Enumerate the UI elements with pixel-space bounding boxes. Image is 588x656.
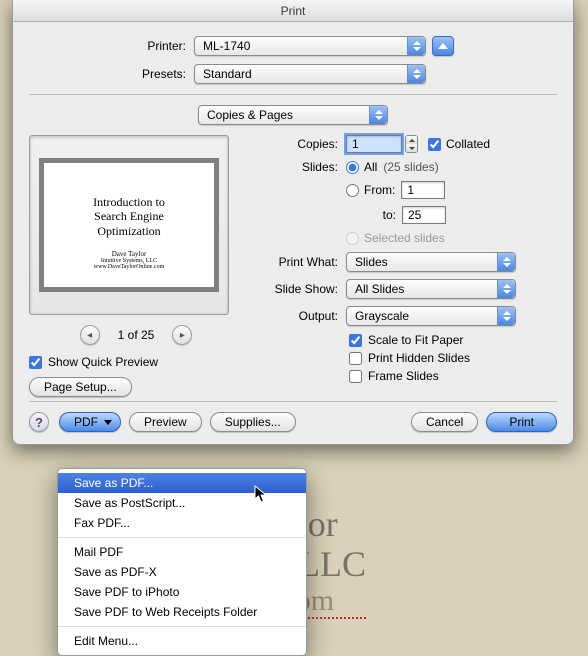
- menu-item-save-as-pdfx[interactable]: Save as PDF-X: [58, 562, 306, 582]
- hidden-label: Print Hidden Slides: [368, 351, 470, 365]
- menu-item-save-pdf-web-receipts[interactable]: Save PDF to Web Receipts Folder: [58, 602, 306, 622]
- print-what-label: Print What:: [261, 255, 346, 269]
- collated-checkbox[interactable]: [428, 138, 441, 151]
- scale-label: Scale to Fit Paper: [368, 333, 463, 347]
- window-title: Print: [13, 0, 573, 22]
- print-sheet: Print Printer: ML-1740 Presets: Standard…: [12, 0, 574, 445]
- printer-value: ML-1740: [203, 39, 250, 53]
- triangle-down-icon: [104, 420, 112, 425]
- help-button[interactable]: ?: [29, 412, 49, 432]
- panel-select[interactable]: Copies & Pages: [198, 105, 388, 125]
- pdf-menu-button[interactable]: PDF: [59, 412, 121, 432]
- slides-from-label: From:: [364, 183, 395, 197]
- slide-title-l3: Optimization: [44, 224, 214, 238]
- preview-button[interactable]: Preview: [129, 412, 202, 432]
- presets-select[interactable]: Standard: [194, 64, 426, 84]
- print-what-value: Slides: [355, 255, 388, 269]
- page-counter: 1 of 25: [118, 328, 155, 342]
- page-setup-button[interactable]: Page Setup...: [29, 377, 132, 397]
- next-page-button[interactable]: ▸: [172, 325, 192, 345]
- preview-frame: Introduction to Search Engine Optimizati…: [29, 135, 229, 315]
- output-label: Output:: [261, 309, 346, 323]
- output-select[interactable]: Grayscale: [346, 306, 516, 326]
- chevrons-icon: [369, 106, 387, 124]
- show-quick-preview-checkbox[interactable]: [29, 356, 42, 369]
- slides-to-label: to:: [364, 208, 396, 222]
- divider: [29, 94, 557, 95]
- menu-separator: [58, 626, 306, 627]
- chevrons-icon: [497, 307, 515, 325]
- prev-page-button[interactable]: ◂: [80, 325, 100, 345]
- supplies-button[interactable]: Supplies...: [210, 412, 296, 432]
- output-value: Grayscale: [355, 309, 409, 323]
- menu-item-save-pdf-iphoto[interactable]: Save PDF to iPhoto: [58, 582, 306, 602]
- frame-label: Frame Slides: [368, 369, 439, 383]
- pdf-button-label: PDF: [74, 415, 98, 429]
- print-button[interactable]: Print: [486, 412, 557, 432]
- collapse-button[interactable]: [432, 36, 454, 56]
- collated-label: Collated: [446, 137, 490, 151]
- scale-checkbox[interactable]: [349, 334, 362, 347]
- slides-selected-label: Selected slides: [364, 231, 445, 245]
- frame-checkbox[interactable]: [349, 370, 362, 383]
- cancel-button[interactable]: Cancel: [411, 412, 478, 432]
- slides-all-label: All: [364, 160, 377, 174]
- hidden-checkbox[interactable]: [349, 352, 362, 365]
- slide-title-l1: Introduction to: [44, 195, 214, 209]
- menu-item-fax-pdf[interactable]: Fax PDF...: [58, 513, 306, 533]
- slides-count: (25 slides): [383, 160, 438, 174]
- slide-show-value: All Slides: [355, 282, 404, 296]
- to-field[interactable]: [402, 206, 446, 224]
- menu-item-save-as-postscript[interactable]: Save as PostScript...: [58, 493, 306, 513]
- from-field[interactable]: [401, 181, 445, 199]
- slide-author: Dave Taylor: [44, 250, 214, 258]
- menu-item-save-as-pdf[interactable]: Save as PDF...: [58, 473, 306, 493]
- chevrons-icon: [497, 280, 515, 298]
- menu-separator: [58, 537, 306, 538]
- printer-label: Printer:: [29, 39, 194, 53]
- show-quick-preview-label: Show Quick Preview: [48, 355, 158, 369]
- panel-select-value: Copies & Pages: [207, 108, 293, 122]
- presets-value: Standard: [203, 67, 252, 81]
- slide-thumbnail: Introduction to Search Engine Optimizati…: [39, 158, 219, 292]
- slides-selected-radio: [346, 232, 359, 245]
- slide-url: www.DaveTaylorOnline.com: [44, 264, 214, 270]
- copies-stepper[interactable]: [405, 135, 418, 153]
- slides-all-radio[interactable]: [346, 161, 359, 174]
- chevrons-icon: [497, 253, 515, 271]
- slide-show-label: Slide Show:: [261, 282, 346, 296]
- copies-label: Copies:: [261, 137, 346, 151]
- slide-show-select[interactable]: All Slides: [346, 279, 516, 299]
- slides-from-radio[interactable]: [346, 184, 359, 197]
- presets-label: Presets:: [29, 67, 194, 81]
- printer-select[interactable]: ML-1740: [194, 36, 426, 56]
- print-what-select[interactable]: Slides: [346, 252, 516, 272]
- copies-field[interactable]: [346, 135, 402, 153]
- slides-label: Slides:: [261, 160, 346, 174]
- chevrons-icon: [407, 65, 425, 83]
- chevrons-icon: [407, 37, 425, 55]
- pdf-dropdown-menu: Save as PDF... Save as PostScript... Fax…: [57, 468, 307, 656]
- menu-item-mail-pdf[interactable]: Mail PDF: [58, 542, 306, 562]
- slide-title-l2: Search Engine: [44, 209, 214, 223]
- menu-item-edit-menu[interactable]: Edit Menu...: [58, 631, 306, 651]
